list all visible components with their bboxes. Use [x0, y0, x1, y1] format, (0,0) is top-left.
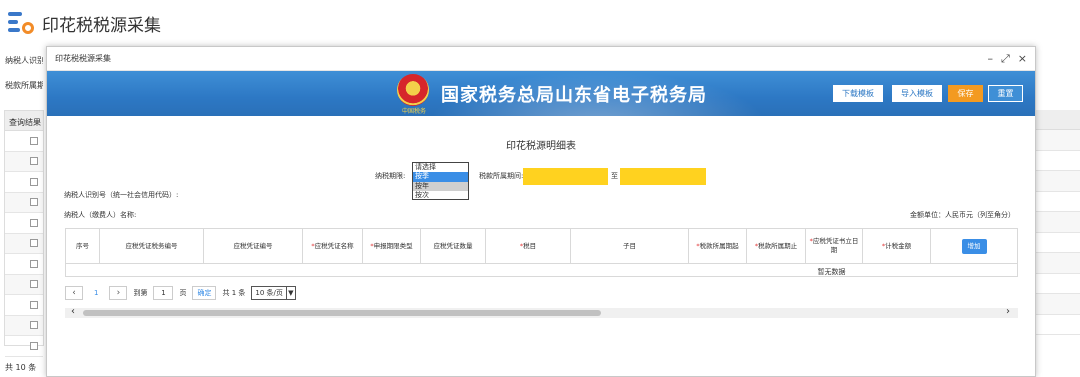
row-checkbox[interactable] [30, 341, 38, 350]
period-option-selected[interactable]: 按季 [413, 172, 468, 182]
bg-label-taxid: 纳税人识别号 [5, 56, 43, 65]
banner-title: 国家税务总局山东省电子税务局 [441, 85, 707, 106]
column-header: 序号 [66, 229, 100, 263]
row-checkbox[interactable] [30, 321, 38, 330]
period-select[interactable]: 请选择 按季 按年 按次 [412, 162, 469, 200]
current-page[interactable]: 1 [89, 289, 103, 297]
tax-bureau-banner: 中国税务 国家税务总局山东省电子税务局 下载模板 导入模板 保存 重置 [47, 71, 1035, 116]
period-option[interactable]: 按年 [413, 181, 468, 191]
bg-table-header-right [1036, 110, 1080, 130]
table-row[interactable] [5, 336, 43, 357]
chevron-down-icon[interactable]: ▼ [285, 287, 295, 299]
column-header: * 税目 [486, 229, 571, 263]
bg-result-header: 查询结果 [5, 111, 43, 131]
scroll-left-icon[interactable]: ‹ [71, 306, 75, 317]
bg-table-rows-right [1036, 130, 1080, 346]
table-row[interactable] [5, 254, 43, 275]
stamp-tax-dialog: 印花税税源采集 – ⤢ × 中国税务 国家税务总局山东省电子税务局 下载模板 导… [46, 46, 1036, 377]
bg-result-table: 查询结果 [4, 110, 44, 357]
prev-page-button[interactable]: ‹ [65, 286, 83, 300]
total-count: 共 1 条 [222, 289, 246, 297]
taxpayer-id-label: 纳税人识别号（统一社会信用代码）: [64, 191, 179, 199]
amount-unit-label: 金额单位：人民币元（列至角分） [910, 211, 1015, 219]
belong-period-label: 税款所属期间: [479, 172, 524, 180]
emblem-caption: 中国税务 [401, 108, 426, 115]
page-size-value: 10 条/页 [255, 289, 283, 297]
row-checkbox[interactable] [30, 218, 38, 227]
row-checkbox[interactable] [30, 198, 38, 207]
dialog-title: 印花税税源采集 [55, 54, 111, 63]
column-header: * 税款所属期止 [747, 229, 806, 263]
column-header: 子目 [571, 229, 689, 263]
table-row[interactable] [5, 172, 43, 193]
tax-emblem-icon [397, 74, 429, 106]
detail-table-header: 序号 应税凭证税务编号 应税凭证编号 * 应税凭证名称 * 申报期限类型 应税凭证数… [66, 229, 1017, 264]
download-template-button[interactable]: 下载模板 [833, 85, 883, 102]
column-header: 应税凭证编号 [204, 229, 303, 263]
period-end-input[interactable] [620, 168, 706, 185]
bg-label-period: 税款所属期 [5, 81, 43, 90]
pagination: ‹ 1 › 到第 1 页 确定 共 1 条 10 条/页 ▼ [65, 286, 296, 300]
row-checkbox[interactable] [30, 136, 38, 145]
table-row[interactable] [5, 315, 43, 336]
row-checkbox[interactable] [30, 259, 38, 268]
column-header: 应税凭证数量 [421, 229, 486, 263]
table-row[interactable] [5, 151, 43, 172]
page-size-select[interactable]: 10 条/页 ▼ [251, 286, 296, 300]
import-template-button[interactable]: 导入模板 [892, 85, 942, 102]
save-button[interactable]: 保存 [948, 85, 983, 102]
table-row[interactable] [5, 213, 43, 234]
goto-label: 到第 [133, 289, 148, 297]
reset-button[interactable]: 重置 [988, 85, 1023, 102]
row-checkbox[interactable] [30, 280, 38, 289]
close-icon[interactable]: × [1018, 52, 1027, 66]
table-row[interactable] [5, 131, 43, 152]
form-title: 印花税源明细表 [506, 141, 576, 152]
to-label: 至 [611, 172, 618, 180]
maximize-icon[interactable]: ⤢ [1001, 52, 1010, 66]
page-title: 印花税税源采集 [42, 15, 161, 36]
next-page-button[interactable]: › [109, 286, 128, 300]
column-header: * 应税凭证名称 [303, 229, 363, 263]
goto-confirm-button[interactable]: 确定 [192, 286, 217, 300]
empty-state: 暂无数据 [817, 268, 846, 276]
period-option[interactable]: 请选择 [413, 163, 468, 172]
row-checkbox[interactable] [30, 239, 38, 248]
column-header: * 税款所属期起 [689, 229, 747, 263]
bg-total-count: 共 10 条 [5, 363, 37, 372]
table-row[interactable] [5, 295, 43, 316]
add-row-button[interactable]: 增加 [961, 238, 987, 254]
column-header: 应税凭证税务编号 [100, 229, 204, 263]
column-header: * 申报期限类型 [363, 229, 421, 263]
row-checkbox[interactable] [30, 177, 38, 186]
horizontal-scrollbar[interactable]: ‹ › [65, 306, 1018, 318]
scroll-right-icon[interactable]: › [1006, 306, 1010, 317]
detail-table: 序号 应税凭证税务编号 应税凭证编号 * 应税凭证名称 * 申报期限类型 应税凭证数… [65, 228, 1018, 277]
table-row[interactable] [5, 192, 43, 213]
table-row[interactable] [5, 233, 43, 254]
taxpayer-name-label: 纳税人（缴费人）名称: [64, 211, 137, 219]
page-unit-label: 页 [179, 289, 187, 297]
row-checkbox[interactable] [30, 300, 38, 309]
row-checkbox[interactable] [30, 157, 38, 166]
period-option[interactable]: 按次 [413, 191, 468, 200]
table-row[interactable] [5, 274, 43, 295]
scrollbar-thumb[interactable] [83, 310, 601, 316]
column-header: *应税凭证书立日期 [806, 229, 863, 263]
column-header: * 计税金额 [863, 229, 931, 263]
period-label: 纳税期限: [375, 172, 406, 180]
add-column: 增加 [931, 229, 1017, 263]
dialog-titlebar: 印花税税源采集 – ⤢ × [47, 47, 1035, 71]
page-header: 印花税税源采集 [6, 8, 161, 38]
period-start-input[interactable] [523, 168, 608, 185]
tax-search-icon [6, 8, 36, 38]
goto-page-input[interactable]: 1 [153, 286, 174, 300]
minimize-icon[interactable]: – [987, 52, 993, 66]
